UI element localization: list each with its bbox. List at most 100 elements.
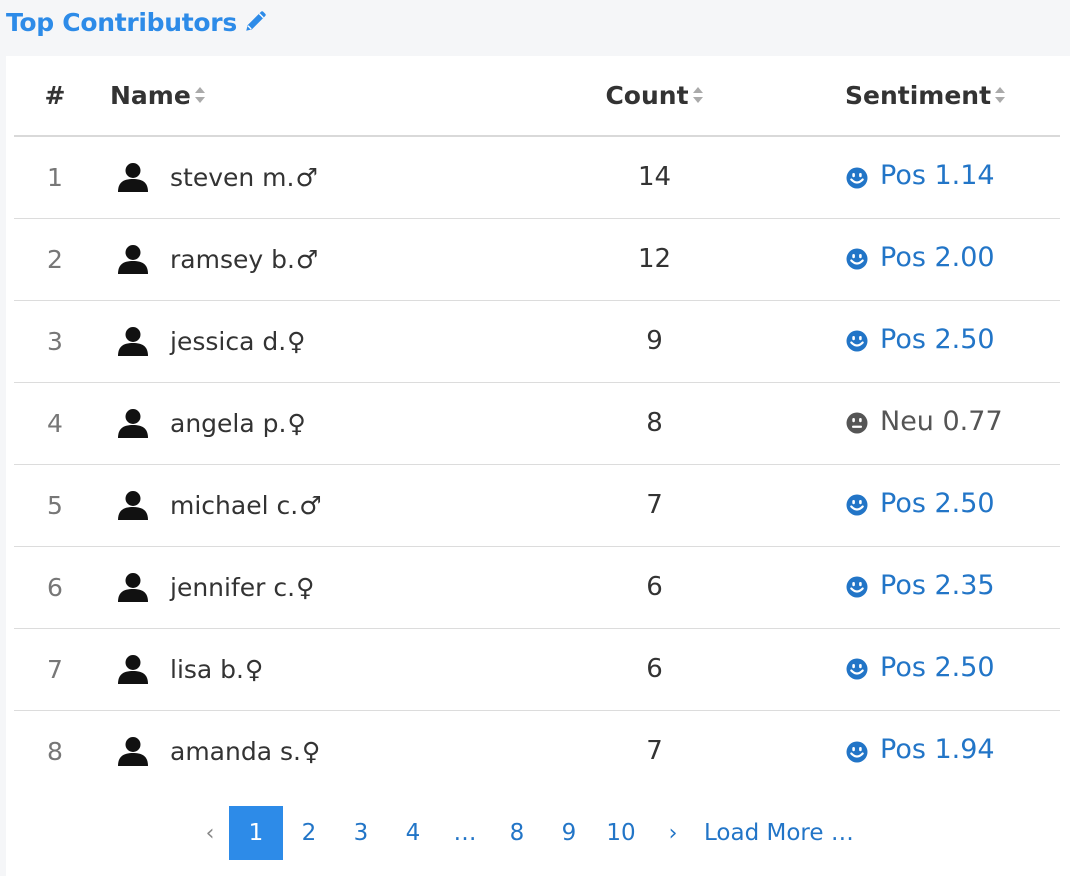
sentiment-link[interactable]: Neu 0.77 xyxy=(846,406,1003,437)
rank-cell: 1 xyxy=(14,136,110,219)
pencil-icon[interactable] xyxy=(243,8,269,38)
page-ellipsis[interactable]: … xyxy=(439,806,491,860)
person-icon xyxy=(116,324,150,358)
sentiment-value: Pos 2.00 xyxy=(880,241,995,273)
table-row: 7 lisa b. ♀ 6 Pos 2.50 xyxy=(14,628,1060,711)
person-icon xyxy=(116,160,150,194)
rank-cell: 6 xyxy=(14,546,110,629)
smile-icon xyxy=(846,165,868,188)
sentiment-cell: Pos 2.50 xyxy=(767,300,1060,383)
name-cell: jessica d. ♀ xyxy=(110,300,542,383)
contributor-name[interactable]: angela p. xyxy=(170,409,286,438)
sentiment-link[interactable]: Pos 2.00 xyxy=(846,242,995,273)
sentiment-cell: Pos 2.50 xyxy=(767,628,1060,711)
pagination: ‹ 1 2 3 4… 8 9 10 › Load More … xyxy=(191,806,860,860)
page-title[interactable]: Top Contributors xyxy=(6,8,237,37)
table-row: 5 michael c. ♂ 7 Pos 2.50 xyxy=(14,464,1060,547)
smile-icon xyxy=(846,656,868,680)
person-icon xyxy=(116,488,150,522)
sort-icon[interactable] xyxy=(994,85,1006,105)
contributor-name[interactable]: jennifer c. xyxy=(170,573,295,602)
prev-page-button[interactable]: ‹ xyxy=(191,806,229,860)
page-button-1[interactable]: 1 xyxy=(229,806,283,860)
table-row: 4 angela p. ♀ 8 Neu 0.77 xyxy=(14,382,1060,465)
count-cell: 14 xyxy=(542,136,767,219)
load-more-link[interactable]: Load More … xyxy=(699,806,860,860)
rank-cell: 8 xyxy=(47,736,63,766)
sort-icon[interactable] xyxy=(692,85,704,105)
rank-cell: 7 xyxy=(14,628,110,711)
table-row: 3 jessica d. ♀ 9 Pos 2.50 xyxy=(14,300,1060,383)
gender-symbol: ♂ xyxy=(299,490,322,520)
sentiment-link[interactable]: Pos 1.94 xyxy=(846,734,995,765)
sentiment-cell: Pos 2.50 xyxy=(767,464,1060,547)
smile-icon xyxy=(846,328,868,352)
sentiment-value: Pos 2.50 xyxy=(880,487,995,519)
contributor-name[interactable]: ramsey b. xyxy=(170,245,295,274)
sentiment-link[interactable]: Pos 1.14 xyxy=(846,160,995,191)
count-cell: 6 xyxy=(542,628,767,711)
name-cell: amanda s. ♀ xyxy=(110,710,542,792)
sentiment-cell: Pos 2.35 xyxy=(767,546,1060,629)
name-cell: jennifer c. ♀ xyxy=(110,546,542,629)
gender-symbol: ♂ xyxy=(295,244,319,274)
page-button-9[interactable]: 9 xyxy=(543,806,595,860)
contributor-name[interactable]: jessica d. xyxy=(170,327,286,356)
sentiment-value: Pos 1.14 xyxy=(880,160,995,191)
contributor-name[interactable]: amanda s. xyxy=(170,737,301,766)
column-header-rank: # xyxy=(14,56,110,137)
page-button-8[interactable]: 8 xyxy=(491,806,543,860)
next-page-button[interactable]: › xyxy=(647,806,699,860)
column-header-name[interactable]: Name xyxy=(110,56,542,137)
sentiment-value: Pos 1.94 xyxy=(880,734,995,765)
column-header-sentiment[interactable]: Sentiment xyxy=(767,56,1060,137)
gender-symbol: ♀ xyxy=(287,408,306,438)
sentiment-link[interactable]: Pos 2.50 xyxy=(846,488,995,519)
rank-cell: 4 xyxy=(14,382,110,465)
page-button-3[interactable]: 3 xyxy=(335,806,387,860)
name-cell: ramsey b. ♂ xyxy=(110,218,542,301)
contributor-name[interactable]: steven m. xyxy=(170,163,294,192)
name-cell: lisa b. ♀ xyxy=(110,628,542,711)
sentiment-value: Pos 2.50 xyxy=(880,323,995,355)
person-icon xyxy=(116,242,150,276)
count-cell: 8 xyxy=(542,382,767,465)
sentiment-link[interactable]: Pos 2.50 xyxy=(846,652,995,683)
table-row: 8 amanda s. ♀ 7 Pos 1.94 xyxy=(14,710,1060,792)
page-button-10[interactable]: 10 xyxy=(595,806,647,860)
sentiment-link[interactable]: Pos 2.50 xyxy=(846,324,995,355)
person-icon xyxy=(116,734,150,768)
column-header-count[interactable]: Count xyxy=(542,56,767,137)
table-row: 2 ramsey b. ♂ 12 Pos 2.00 xyxy=(14,218,1060,301)
gender-symbol: ♀ xyxy=(296,572,315,602)
count-cell: 6 xyxy=(542,546,767,629)
gender-symbol: ♀ xyxy=(245,654,264,684)
contributor-name[interactable]: lisa b. xyxy=(170,655,244,684)
name-cell: michael c. ♂ xyxy=(110,464,542,547)
sentiment-value: Pos 2.50 xyxy=(880,651,995,683)
column-header-sentiment-label: Sentiment xyxy=(845,81,992,110)
contributors-table: # Name Count Sentiment 1 steven m. ♂ 14 … xyxy=(14,56,1060,792)
count-cell: 12 xyxy=(542,218,767,301)
column-header-name-label: Name xyxy=(110,81,191,110)
count-cell: 7 xyxy=(646,736,663,767)
column-header-count-label: Count xyxy=(605,81,689,110)
gender-symbol: ♀ xyxy=(301,736,321,766)
sentiment-cell: Pos 1.14 xyxy=(767,136,1060,219)
sentiment-cell: Neu 0.77 xyxy=(767,382,1060,465)
panel-header: Top Contributors xyxy=(0,0,1070,56)
page-button-2[interactable]: 2 xyxy=(283,806,335,860)
gender-symbol: ♀ xyxy=(287,326,306,356)
sentiment-value: Pos 2.35 xyxy=(880,569,995,601)
sort-icon[interactable] xyxy=(194,85,206,105)
sentiment-value: Neu 0.77 xyxy=(880,405,1003,437)
rank-cell: 2 xyxy=(14,218,110,301)
page-button-4[interactable]: 4 xyxy=(387,806,439,860)
contributor-name[interactable]: michael c. xyxy=(170,491,298,520)
table-row: 1 steven m. ♂ 14 Pos 1.14 xyxy=(14,136,1060,219)
table-row: 6 jennifer c. ♀ 6 Pos 2.35 xyxy=(14,546,1060,629)
sentiment-link[interactable]: Pos 2.35 xyxy=(846,570,995,601)
meh-icon xyxy=(846,410,868,434)
sentiment-cell: Pos 2.00 xyxy=(767,218,1060,301)
smile-icon xyxy=(846,574,868,598)
